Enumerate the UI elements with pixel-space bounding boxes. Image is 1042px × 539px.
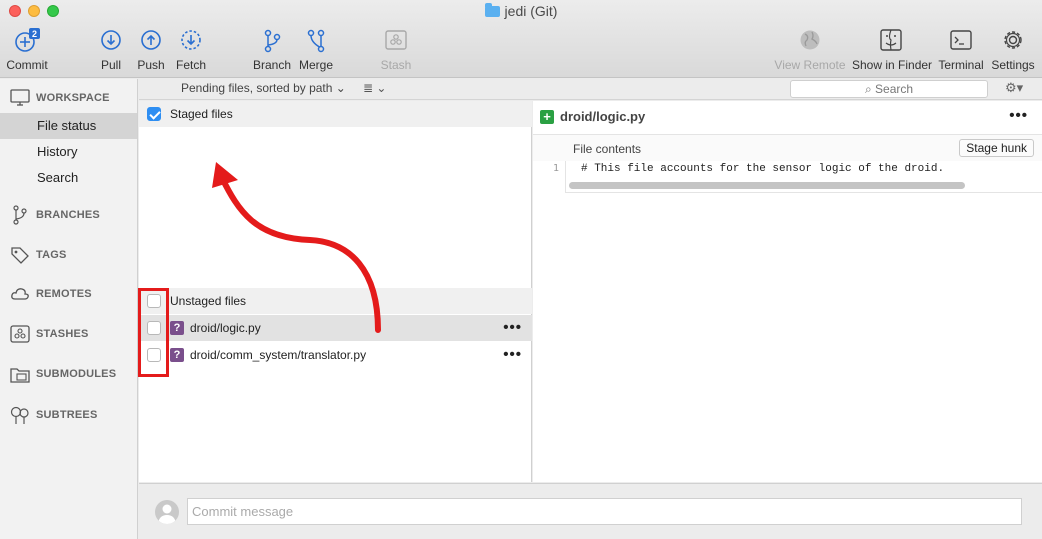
submodule-icon <box>10 368 30 383</box>
pull-button[interactable]: Pull <box>96 28 126 72</box>
stash-icon <box>385 30 407 50</box>
commit-icon: 2 <box>15 28 40 52</box>
line-number-gutter: 1 <box>533 161 566 193</box>
cloud-icon <box>11 288 29 300</box>
avatar <box>155 500 179 524</box>
added-file-icon: + <box>540 109 554 124</box>
search-icon: ⌕ <box>864 82 872 96</box>
user-icon <box>158 504 176 524</box>
stash-icon <box>10 325 30 343</box>
stage-hunk-button[interactable]: Stage hunk <box>959 139 1034 157</box>
stash-button[interactable]: Stash <box>380 28 412 72</box>
diff-pane: + droid/logic.py ••• File contents Stage… <box>533 101 1042 482</box>
view-remote-button[interactable]: View Remote <box>774 28 846 72</box>
tree-icon <box>10 406 29 424</box>
commit-button[interactable]: 2 Commit <box>6 28 48 72</box>
push-icon <box>141 30 161 50</box>
more-actions-button[interactable]: ••• <box>503 315 522 341</box>
untracked-icon: ? <box>170 321 184 335</box>
fetch-button[interactable]: Fetch <box>173 28 209 72</box>
globe-icon <box>800 30 820 50</box>
sidebar-item-history[interactable]: History <box>0 139 137 165</box>
chevron-down-icon: ▾ <box>1016 80 1024 95</box>
monitor-icon <box>10 89 30 106</box>
sort-dropdown[interactable]: Pending files, sorted by path ⌄ <box>181 81 346 95</box>
hunk-header: File contents Stage hunk <box>533 135 1042 161</box>
staged-select-all-checkbox[interactable] <box>147 107 161 121</box>
options-menu-button[interactable]: ⚙▾ <box>1005 80 1023 96</box>
sidebar-workspace-header[interactable]: WORKSPACE <box>10 89 110 107</box>
staged-files-header: Staged files <box>139 101 532 127</box>
folder-icon <box>484 3 500 17</box>
horizontal-scrollbar[interactable] <box>569 182 965 189</box>
sidebar: WORKSPACE File status History Search BRA… <box>0 79 138 539</box>
file-name: droid/comm_system/translator.py <box>190 348 367 362</box>
untracked-icon: ? <box>170 348 184 362</box>
pull-icon <box>101 30 121 50</box>
sidebar-subtrees-header[interactable]: SUBTREES <box>10 405 98 425</box>
show-in-finder-button[interactable]: Show in Finder <box>852 28 932 72</box>
branch-icon <box>13 205 27 225</box>
commit-message-input[interactable] <box>187 498 1022 525</box>
sidebar-item-file-status[interactable]: File status <box>0 113 137 139</box>
finder-icon <box>880 29 902 51</box>
diff-more-actions-button[interactable]: ••• <box>1009 107 1028 124</box>
settings-button[interactable]: Settings <box>990 28 1036 72</box>
commit-message-bar <box>139 483 1042 539</box>
push-button[interactable]: Push <box>136 28 166 72</box>
merge-icon <box>307 29 325 53</box>
window-title: jedi (Git) <box>0 3 1042 19</box>
sidebar-branches-header[interactable]: BRANCHES <box>10 205 100 225</box>
diff-file-title: + droid/logic.py <box>540 109 645 124</box>
view-mode-dropdown[interactable]: ≣ ⌄ <box>363 81 386 95</box>
commit-badge: 2 <box>32 29 37 39</box>
sidebar-stashes-header[interactable]: STASHES <box>10 325 89 343</box>
branch-button[interactable]: Branch <box>252 28 292 72</box>
more-actions-button[interactable]: ••• <box>503 342 522 368</box>
sidebar-item-search[interactable]: Search <box>0 165 137 191</box>
annotation-arrow <box>212 162 381 333</box>
file-row[interactable]: ? droid/comm_system/translator.py ••• <box>139 342 532 368</box>
list-icon: ≣ <box>363 81 374 95</box>
sidebar-remotes-header[interactable]: REMOTES <box>10 285 92 303</box>
search-input[interactable]: ⌕ Search <box>790 80 988 98</box>
merge-button[interactable]: Merge <box>298 28 334 72</box>
chevron-down-icon: ⌄ <box>376 81 387 95</box>
code-line: # This file accounts for the sensor logi… <box>581 163 945 175</box>
branch-icon <box>264 29 281 53</box>
terminal-button[interactable]: Terminal <box>938 28 984 72</box>
diff-hunk: File contents Stage hunk 1 # This file a… <box>533 134 1042 193</box>
gear-icon: ⚙ <box>1005 80 1017 95</box>
chevron-down-icon: ⌄ <box>335 81 346 95</box>
toolbar: jedi (Git) 2 Commit Pull Push Fetch Bran… <box>0 0 1042 78</box>
sidebar-submodules-header[interactable]: SUBMODULES <box>10 365 116 383</box>
sidebar-tags-header[interactable]: TAGS <box>10 245 67 265</box>
annotation-highlight-box <box>138 288 169 377</box>
terminal-icon <box>950 30 972 50</box>
filter-bar: Pending files, sorted by path ⌄ ≣ ⌄ ⌕ Se… <box>139 79 1042 100</box>
fetch-icon <box>181 30 201 50</box>
gear-icon <box>1004 31 1022 49</box>
tag-icon <box>11 247 29 264</box>
